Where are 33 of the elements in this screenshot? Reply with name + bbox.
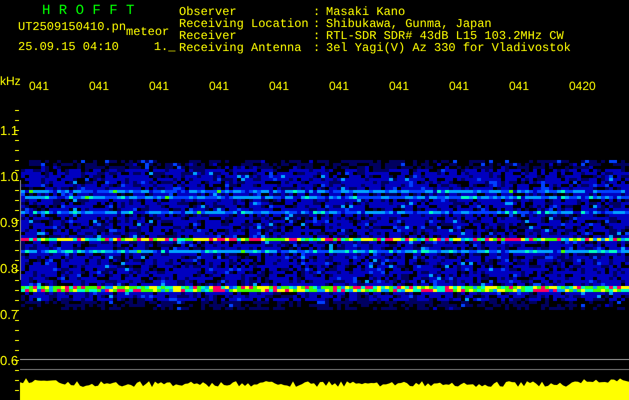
time-label: 041 bbox=[89, 80, 110, 95]
axis-unit: kHz bbox=[0, 74, 21, 88]
time-label: 041 bbox=[329, 80, 350, 95]
code-label: 1._ bbox=[154, 41, 176, 53]
info-value: Shibukawa, Gunma, Japan bbox=[326, 18, 492, 30]
info-label: Observer bbox=[179, 6, 237, 18]
time-label: 041 bbox=[209, 80, 230, 95]
time-label: 041 bbox=[509, 80, 530, 95]
app-title: H R O F F T bbox=[41, 4, 136, 18]
info-value: RTL-SDR SDR# 43dB L15 103.2MHz CW bbox=[326, 30, 564, 42]
time-label: 041 bbox=[389, 80, 410, 95]
info-value: 3el Yagi(V) Az 330 for Vladivostok bbox=[326, 42, 571, 54]
time-label: 041 bbox=[29, 80, 50, 95]
mode-label: meteor bbox=[126, 26, 170, 38]
info-label: Receiving Location bbox=[179, 18, 310, 30]
time-label: 0420 bbox=[569, 80, 597, 95]
axis-label: 1.1 bbox=[0, 123, 18, 138]
info-separator: : bbox=[313, 30, 322, 42]
time-label: 041 bbox=[269, 80, 290, 95]
info-value: Masaki Kano bbox=[326, 6, 406, 18]
time-label: 041 bbox=[449, 80, 470, 95]
info-separator: : bbox=[313, 18, 322, 30]
axis-label: 0.9 bbox=[0, 215, 18, 230]
info-separator: : bbox=[313, 6, 322, 18]
axis-label: 0.8 bbox=[0, 261, 18, 276]
info-separator: : bbox=[313, 42, 322, 54]
timestamp: 25.09.15 04:10 bbox=[18, 41, 119, 53]
info-label: Receiving Antenna bbox=[179, 42, 302, 54]
axis-label: 1.0 bbox=[0, 169, 18, 184]
file-name: UT2509150410.pn bbox=[18, 21, 126, 33]
info-label: Receiver bbox=[179, 30, 237, 42]
time-label: 041 bbox=[149, 80, 170, 95]
axis-label: 0.6 bbox=[0, 353, 18, 368]
